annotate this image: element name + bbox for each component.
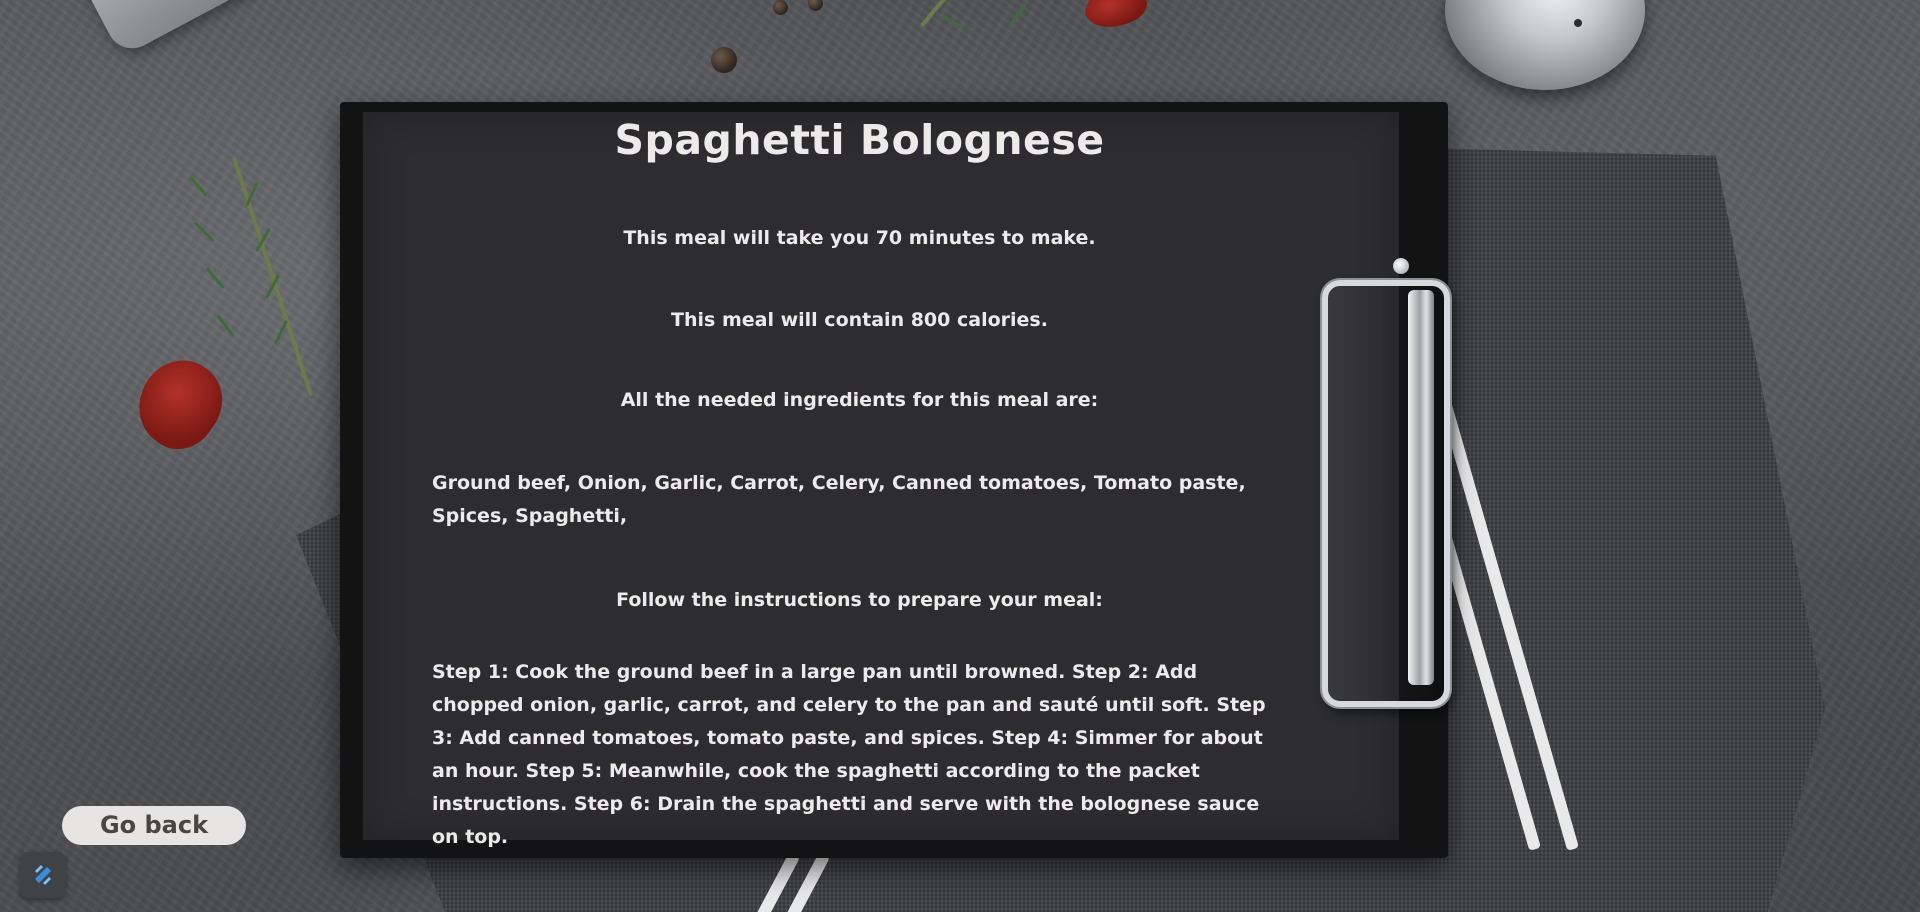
- peppercorn-image: [773, 0, 788, 15]
- shaker-hole: [1574, 19, 1582, 27]
- recipe-title: Spaghetti Bolognese: [614, 116, 1105, 164]
- app-logo-icon-graphic: [35, 865, 51, 885]
- clipboard-clip-knob: [1393, 258, 1409, 274]
- recipe-page: Spaghetti Bolognese This meal will take …: [0, 0, 1920, 912]
- peppercorn-image: [711, 47, 737, 73]
- cooking-time-text: This meal will take you 70 minutes to ma…: [623, 227, 1096, 249]
- instructions-heading: Follow the instructions to prepare your …: [616, 589, 1103, 611]
- recipe-content: Spaghetti Bolognese This meal will take …: [432, 112, 1287, 848]
- ingredients-list: Ground beef, Onion, Garlic, Carrot, Cele…: [432, 472, 1246, 527]
- ingredients-heading: All the needed ingredients for this meal…: [620, 389, 1099, 411]
- clipboard-clip-bar: [1408, 290, 1434, 685]
- instructions-text: Step 1: Cook the ground beef in a large …: [432, 661, 1266, 848]
- calories-text: This meal will contain 800 calories.: [671, 309, 1048, 331]
- go-back-button[interactable]: Go back: [62, 806, 246, 845]
- app-logo-icon[interactable]: [20, 852, 66, 898]
